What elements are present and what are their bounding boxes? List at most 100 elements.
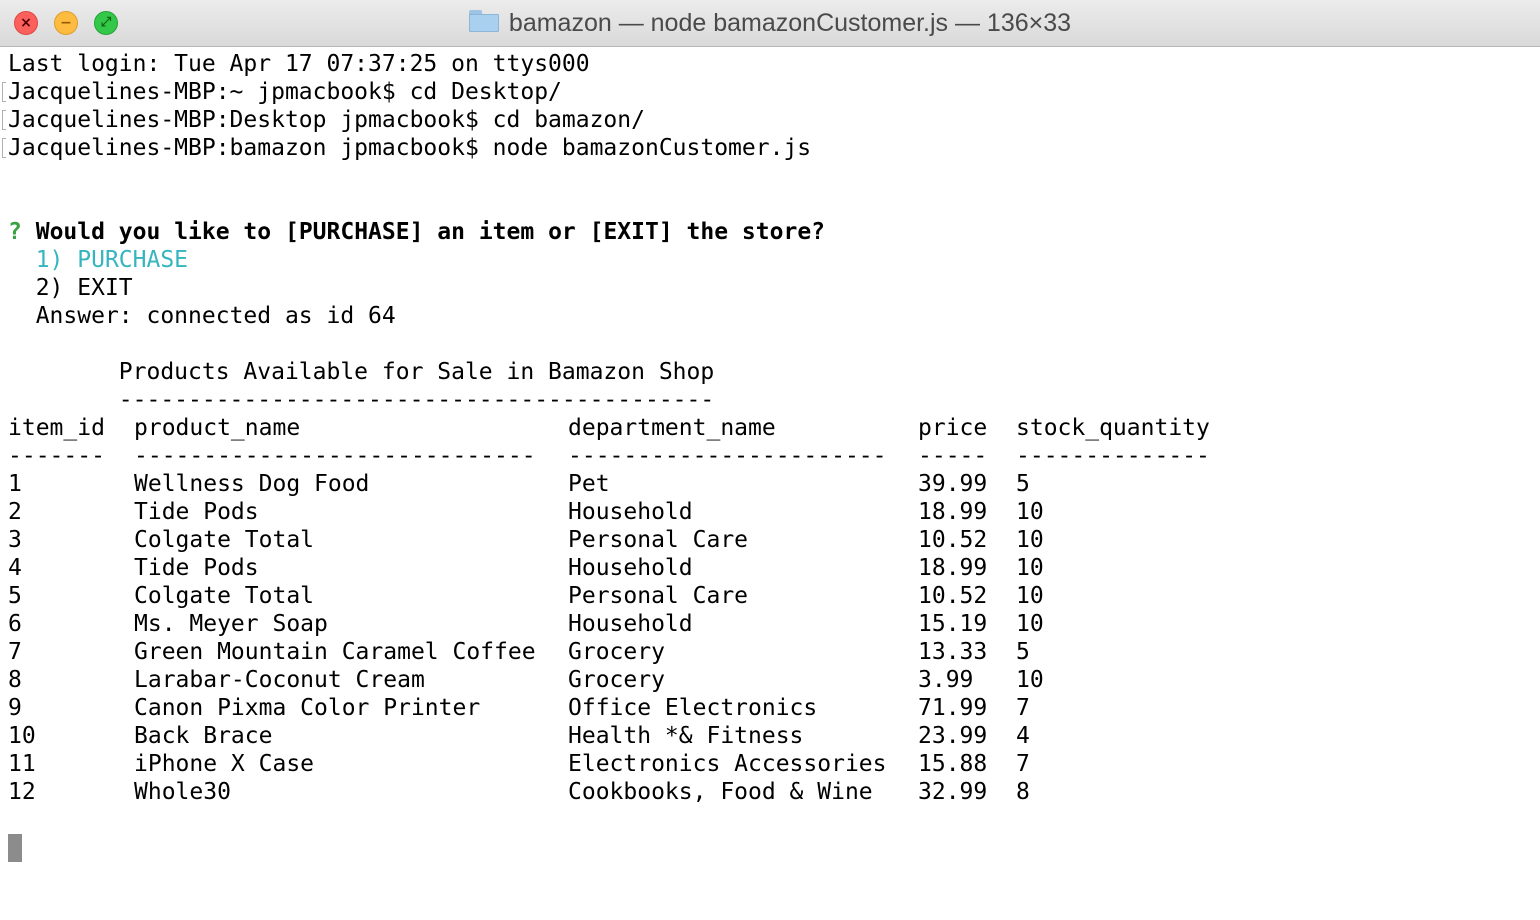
column-rule: ----------------------------- [134, 443, 536, 469]
cell-item-id: 12 [8, 779, 36, 805]
option-exit[interactable]: 2) EXIT [36, 275, 133, 301]
column-header: item_id [8, 415, 105, 441]
prompt-mark [2, 110, 6, 130]
cell-stock-quantity: 5 [1016, 639, 1030, 665]
cell-product-name: Wellness Dog Food [134, 471, 370, 497]
cell-stock-quantity: 10 [1016, 499, 1044, 525]
cell-price: 15.19 [918, 611, 988, 637]
cell-price: 39.99 [918, 471, 988, 497]
terminal-cursor [8, 834, 22, 862]
cell-stock-quantity: 4 [1016, 723, 1030, 749]
cell-department-name: Electronics Accessories [568, 751, 887, 777]
column-header: product_name [134, 415, 301, 441]
table-row: 10 Back Brace Health *& Fitness 23.99 4 [8, 722, 1536, 750]
cell-price: 23.99 [918, 723, 988, 749]
column-rule: ----- [918, 443, 988, 469]
window-title-text: bamazon — node bamazonCustomer.js — 136×… [508, 9, 1072, 37]
cell-product-name: iPhone X Case [134, 751, 315, 777]
table-rule-row: ------- ----------------------------- --… [8, 442, 1536, 470]
cell-item-id: 10 [8, 723, 36, 749]
cell-stock-quantity: 10 [1016, 555, 1044, 581]
cell-stock-quantity: 10 [1016, 611, 1044, 637]
cell-product-name: Colgate Total [134, 583, 315, 609]
cell-price: 13.33 [918, 639, 988, 665]
cell-department-name: Pet [568, 471, 610, 497]
window-titlebar[interactable]: × − ⤢ bamazon — node bamazonCustomer.js … [0, 0, 1540, 47]
command-line: Jacquelines-MBP:Desktop jpmacbook$ cd ba… [8, 107, 645, 133]
cell-item-id: 1 [8, 471, 22, 497]
cell-stock-quantity: 8 [1016, 779, 1030, 805]
table-row: 8 Larabar-Coconut Cream Grocery 3.99 10 [8, 666, 1536, 694]
cell-price: 32.99 [918, 779, 988, 805]
table-row: 12 Whole30 Cookbooks, Food & Wine 32.99 … [8, 778, 1536, 806]
cell-department-name: Household [568, 611, 693, 637]
prompt-mark [2, 82, 6, 102]
cell-department-name: Cookbooks, Food & Wine [568, 779, 873, 805]
cell-stock-quantity: 7 [1016, 751, 1030, 777]
prompt-question: Would you like to [PURCHASE] an item or … [35, 219, 826, 245]
table-row: 11 iPhone X Case Electronics Accessories… [8, 750, 1536, 778]
column-rule: ------- [8, 443, 105, 469]
cell-department-name: Household [568, 499, 693, 525]
table-heading: Products Available for Sale in Bamazon S… [118, 359, 715, 385]
cell-stock-quantity: 10 [1016, 583, 1044, 609]
cell-price: 15.88 [918, 751, 988, 777]
cell-item-id: 8 [8, 667, 22, 693]
prompt-mark [2, 138, 6, 158]
folder-icon [468, 10, 499, 32]
column-header: stock_quantity [1016, 415, 1210, 441]
cell-department-name: Grocery [568, 639, 665, 665]
column-header: department_name [568, 415, 776, 441]
table-row: 9 Canon Pixma Color Printer Office Elect… [8, 694, 1536, 722]
cell-item-id: 9 [8, 695, 22, 721]
cell-item-id: 11 [8, 751, 36, 777]
cell-department-name: Household [568, 555, 693, 581]
cell-product-name: Larabar-Coconut Cream [134, 667, 425, 693]
cell-product-name: Tide Pods [134, 499, 259, 525]
cell-price: 18.99 [918, 555, 988, 581]
cell-department-name: Office Electronics [568, 695, 818, 721]
cell-price: 3.99 [918, 667, 974, 693]
cell-item-id: 3 [8, 527, 22, 553]
cell-product-name: Whole30 [134, 779, 231, 805]
cell-item-id: 7 [8, 639, 22, 665]
question-marker: ? [8, 219, 22, 245]
cell-price: 10.52 [918, 583, 988, 609]
prompt-answer: Answer: connected as id 64 [35, 303, 396, 329]
table-row: 5 Colgate Total Personal Care 10.52 10 [8, 582, 1536, 610]
cell-department-name: Health *& Fitness [568, 723, 804, 749]
command-line: Jacquelines-MBP:~ jpmacbook$ cd Desktop/ [8, 79, 562, 105]
cell-price: 10.52 [918, 527, 988, 553]
table-row: 4 Tide Pods Household 18.99 10 [8, 554, 1536, 582]
cell-department-name: Personal Care [568, 583, 749, 609]
cell-product-name: Colgate Total [134, 527, 315, 553]
cell-department-name: Grocery [568, 667, 665, 693]
cell-item-id: 2 [8, 499, 22, 525]
table-row: 6 Ms. Meyer Soap Household 15.19 10 [8, 610, 1536, 638]
cell-product-name: Tide Pods [134, 555, 259, 581]
table-row: 2 Tide Pods Household 18.99 10 [8, 498, 1536, 526]
cell-stock-quantity: 10 [1016, 527, 1044, 553]
table-row: 7 Green Mountain Caramel Coffee Grocery … [8, 638, 1536, 666]
cell-price: 18.99 [918, 499, 988, 525]
terminal-output[interactable]: Last login: Tue Apr 17 07:37:25 on ttys0… [2, 50, 1536, 916]
cell-product-name: Green Mountain Caramel Coffee [134, 639, 536, 665]
column-header: price [918, 415, 988, 441]
option-purchase[interactable]: 1) PURCHASE [36, 247, 188, 273]
window-title: bamazon — node bamazonCustomer.js — 136×… [0, 0, 1540, 46]
cell-department-name: Personal Care [568, 527, 749, 553]
cell-stock-quantity: 10 [1016, 667, 1044, 693]
cell-item-id: 6 [8, 611, 22, 637]
cell-price: 71.99 [918, 695, 988, 721]
command-line: Jacquelines-MBP:bamazon jpmacbook$ node … [8, 135, 812, 161]
cell-product-name: Canon Pixma Color Printer [134, 695, 481, 721]
cell-item-id: 5 [8, 583, 22, 609]
column-rule: ----------------------- [568, 443, 887, 469]
cell-stock-quantity: 7 [1016, 695, 1030, 721]
cell-stock-quantity: 5 [1016, 471, 1030, 497]
column-rule: -------------- [1016, 443, 1210, 469]
table-heading-rule: ----------------------------------------… [118, 387, 715, 413]
cell-product-name: Ms. Meyer Soap [134, 611, 328, 637]
last-login-line: Last login: Tue Apr 17 07:37:25 on ttys0… [8, 51, 590, 77]
table-row: 3 Colgate Total Personal Care 10.52 10 [8, 526, 1536, 554]
